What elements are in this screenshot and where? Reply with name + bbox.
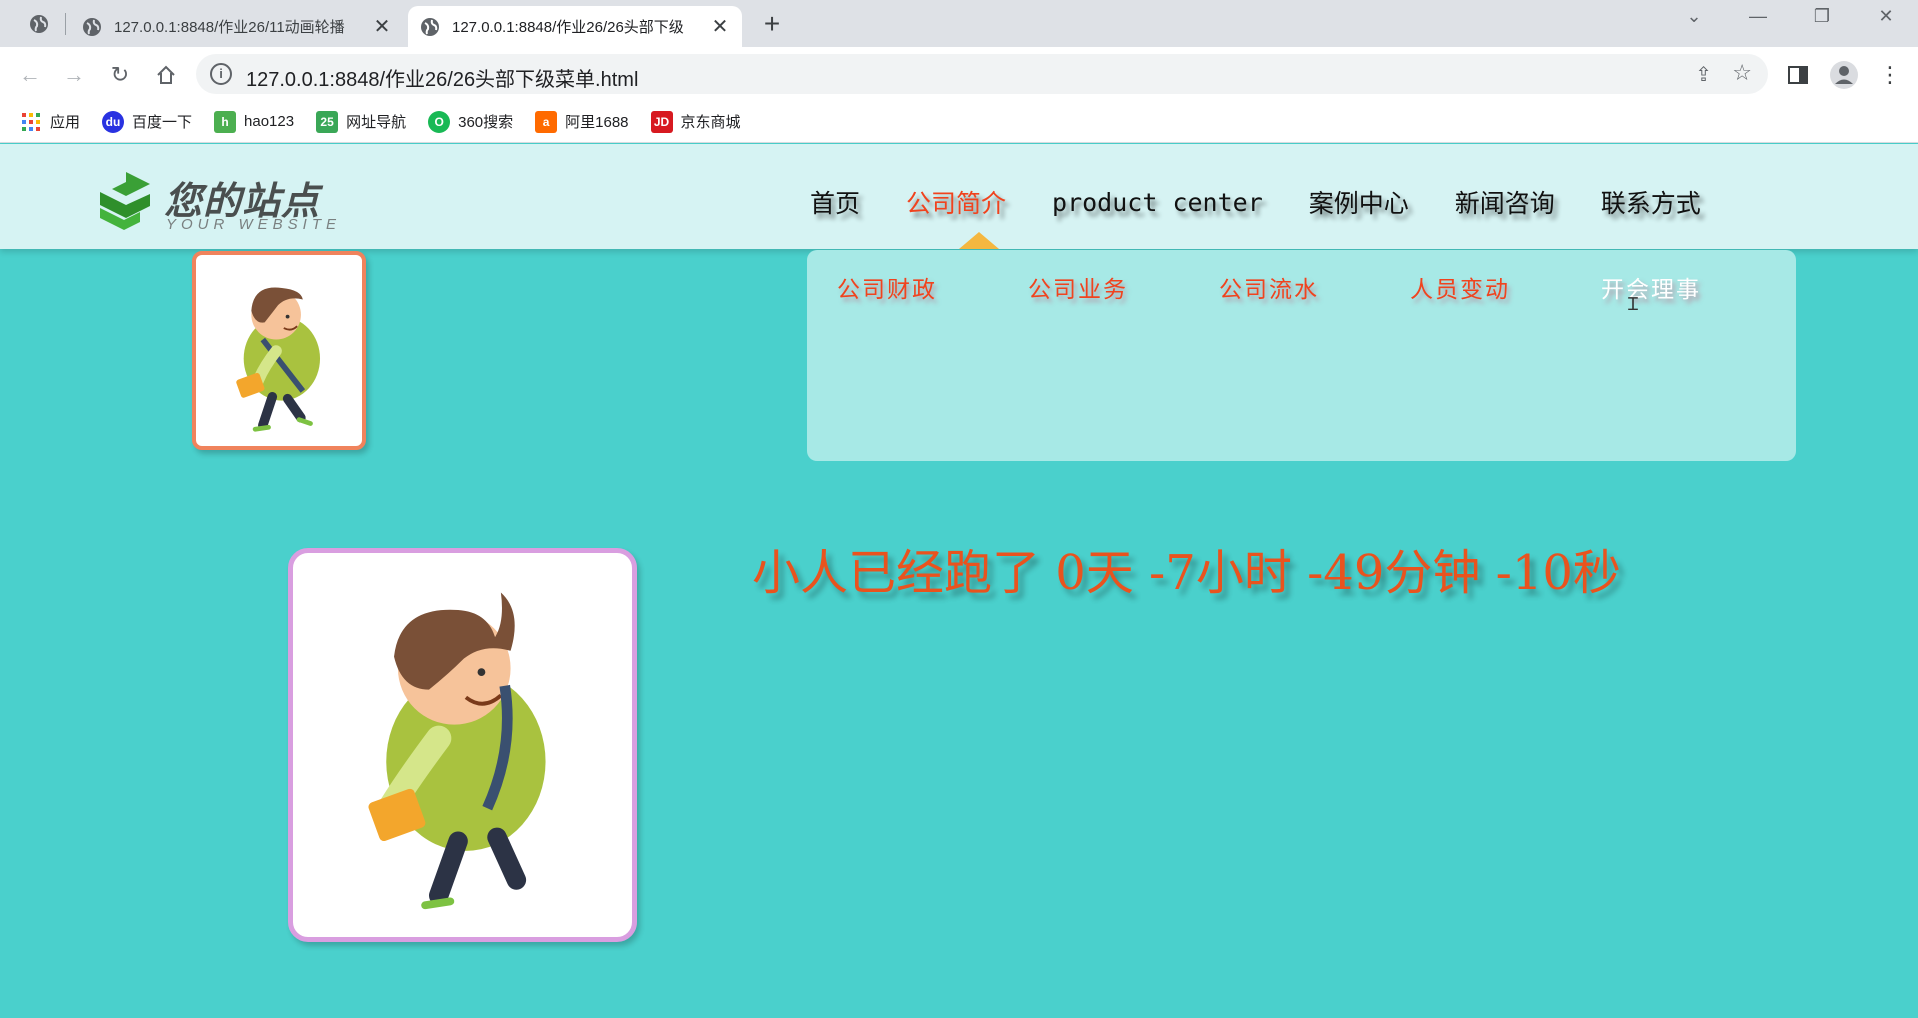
new-tab-button[interactable]: + — [756, 9, 788, 39]
share-icon[interactable]: ⇪ — [1695, 62, 1712, 87]
side-panel-icon — [1788, 66, 1808, 84]
submenu-cashflow[interactable]: 公司流水 — [1219, 270, 1410, 304]
nav-cases[interactable]: 案例中心 — [1309, 184, 1409, 220]
run-timer-text: 小人已经跑了 0天 -7小时 -49分钟 -10秒 — [752, 545, 1621, 601]
globe-icon — [83, 17, 101, 36]
submenu-personnel[interactable]: 人员变动 — [1410, 270, 1601, 304]
logo-s-icon — [100, 172, 150, 230]
globe-icon — [30, 15, 48, 33]
2345-icon: 25 — [316, 110, 339, 133]
close-icon[interactable]: ✕ — [710, 14, 730, 39]
bookmark-label: 百度一下 — [132, 114, 193, 131]
jd-icon: JD — [650, 110, 673, 133]
tab-header-submenu[interactable]: 127.0.0.1:8848/作业26/26头部下级 ✕ — [408, 6, 742, 47]
hao123-icon: h — [214, 110, 237, 133]
tab-animation-carousel[interactable]: 127.0.0.1:8848/作业26/11动画轮播 ✕ — [70, 6, 404, 47]
profile-button[interactable] — [1828, 59, 1860, 91]
bookmark-1688[interactable]: a 阿里1688 — [535, 110, 629, 133]
home-icon — [157, 65, 175, 84]
main-nav: 首页 公司简介 product center 案例中心 新闻咨询 联系方式 — [810, 182, 1747, 222]
avatar-icon — [1830, 61, 1858, 89]
active-nav-caret — [959, 232, 999, 249]
side-panel-button[interactable] — [1782, 59, 1814, 91]
home-button[interactable] — [150, 59, 182, 91]
site-logo[interactable]: 您的站点 YOUR WEBSITE — [96, 170, 346, 233]
bookmark-label: 应用 — [50, 114, 81, 131]
running-boy-image-large — [288, 548, 637, 942]
bookmark-label: 京东商城 — [680, 114, 741, 131]
bookmark-label: 阿里1688 — [565, 114, 629, 131]
ali1688-icon: a — [535, 110, 558, 133]
bookmark-apps[interactable]: 应用 — [20, 111, 80, 133]
bookmark-baidu[interactable]: du 百度一下 — [102, 110, 193, 133]
bookmark-hao123[interactable]: h hao123 — [214, 110, 295, 133]
bookmark-label: 网址导航 — [346, 114, 407, 131]
reload-button[interactable]: ↻ — [104, 59, 136, 91]
baidu-paw-icon: du — [102, 110, 125, 133]
tab-title: 127.0.0.1:8848/作业26/11动画轮播 — [114, 19, 345, 36]
bookmark-star-icon[interactable]: ☆ — [1732, 60, 1752, 86]
browser-tabstrip: 127.0.0.1:8848/作业26/11动画轮播 ✕ 127.0.0.1:8… — [0, 0, 1918, 47]
url-text[interactable]: 127.0.0.1:8848/作业26/26头部下级菜单.html — [246, 63, 638, 92]
submenu-finance[interactable]: 公司财政 — [837, 270, 1028, 304]
browser-toolbar: ← → ↻ i 127.0.0.1:8848/作业26/26头部下级菜单.htm… — [0, 47, 1918, 101]
forward-arrow-icon: → — [63, 62, 85, 87]
pinned-tab[interactable] — [22, 10, 56, 38]
nav-company-intro[interactable]: 公司简介 — [906, 184, 1006, 220]
tab-title: 127.0.0.1:8848/作业26/26头部下级 — [452, 19, 684, 36]
tab-search-chevron-icon[interactable]: ⌄ — [1674, 6, 1714, 27]
submenu-dropdown: 公司财政 公司业务 公司流水 人员变动 开会理事 — [807, 250, 1796, 461]
menu-button[interactable]: ⋮ — [1874, 59, 1906, 91]
bookmark-label: 360搜索 — [458, 114, 514, 131]
360-search-icon: O — [428, 110, 451, 133]
submenu-business[interactable]: 公司业务 — [1028, 270, 1219, 304]
info-icon[interactable]: i — [210, 63, 232, 85]
bookmark-2345[interactable]: 25 网址导航 — [316, 110, 407, 133]
tab-separator — [65, 13, 66, 35]
apps-grid-icon — [22, 112, 40, 131]
running-boy-illustration — [368, 592, 546, 910]
globe-icon — [421, 17, 439, 36]
address-bar[interactable]: i 127.0.0.1:8848/作业26/26头部下级菜单.html ⇪ ☆ — [196, 54, 1768, 94]
minimize-button[interactable]: — — [1738, 6, 1778, 27]
nav-product-center[interactable]: product center — [1052, 188, 1263, 217]
bookmark-jd[interactable]: JD 京东商城 — [650, 110, 741, 133]
nav-home[interactable]: 首页 — [810, 184, 860, 220]
logo-subtitle: YOUR WEBSITE — [166, 216, 342, 233]
close-window-button[interactable]: ✕ — [1866, 6, 1906, 27]
nav-contact[interactable]: 联系方式 — [1601, 184, 1701, 220]
reload-icon: ↻ — [110, 62, 130, 87]
forward-button[interactable]: → — [58, 59, 90, 91]
back-arrow-icon: ← — [19, 62, 41, 87]
bookmark-label: hao123 — [244, 113, 295, 130]
bookmark-360[interactable]: O 360搜索 — [428, 110, 514, 133]
close-icon[interactable]: ✕ — [372, 14, 392, 39]
back-button[interactable]: ← — [14, 59, 46, 91]
nav-news[interactable]: 新闻咨询 — [1455, 184, 1555, 220]
kebab-menu-icon: ⋮ — [1879, 62, 1901, 87]
running-boy-illustration — [236, 287, 321, 432]
text-cursor-icon: Ɪ — [1628, 294, 1639, 314]
submenu-list: 公司财政 公司业务 公司流水 人员变动 开会理事 — [837, 270, 1792, 304]
bookmarks-bar: 应用 du 百度一下 h hao123 25 网址导航 O 360搜索 a 阿里… — [0, 101, 1918, 143]
restore-button[interactable]: ❐ — [1802, 6, 1842, 27]
running-boy-image-small — [192, 251, 366, 450]
